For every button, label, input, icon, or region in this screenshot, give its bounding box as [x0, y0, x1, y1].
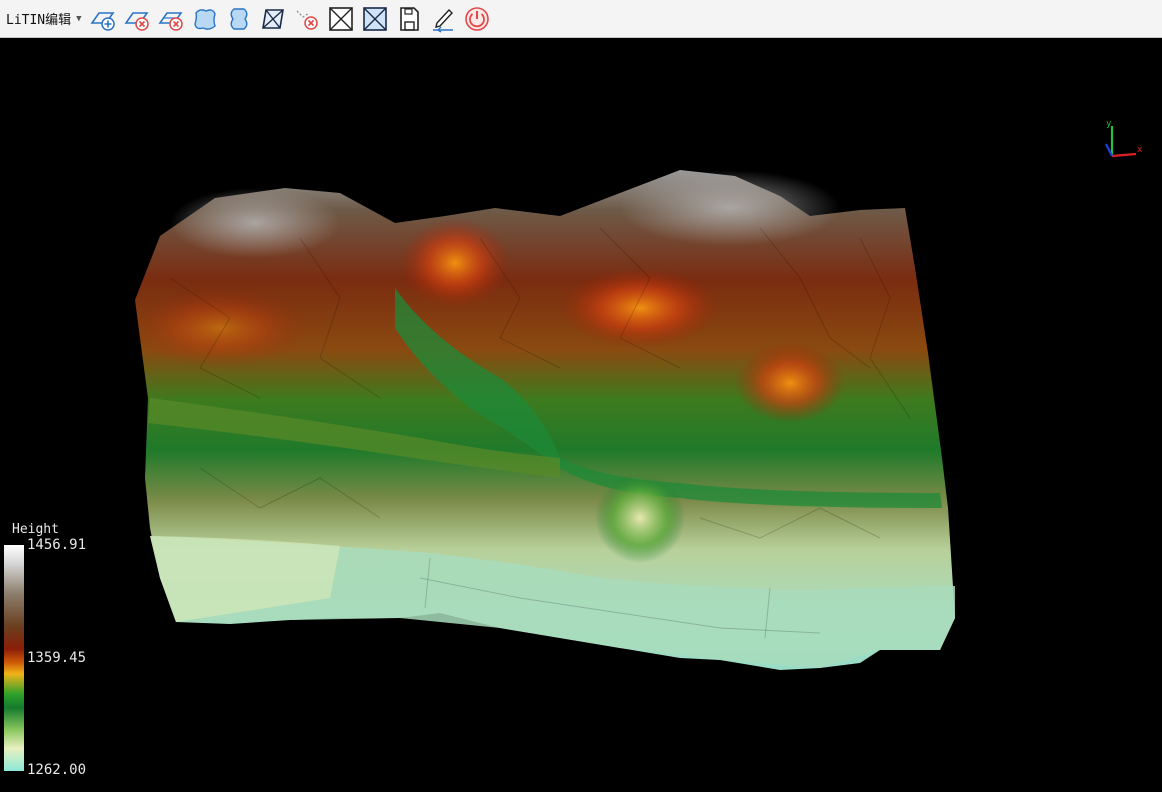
edge-swap-icon: [261, 8, 284, 29]
edit-undo-button[interactable]: [428, 4, 458, 34]
power-exit-button[interactable]: [462, 4, 492, 34]
crossed-box-blue-icon: [362, 6, 387, 31]
edit-undo-icon: [432, 8, 453, 33]
delete-point-button[interactable]: [292, 4, 322, 34]
orientation-axis: y x: [1105, 119, 1143, 158]
bracket-region-icon: [230, 7, 248, 30]
save-icon: [399, 6, 419, 31]
edge-swap-button[interactable]: [258, 4, 288, 34]
add-triangle-icon: [90, 11, 115, 31]
legend-min-value: 1262.00: [27, 762, 87, 778]
polygon-region-button[interactable]: [190, 4, 220, 34]
height-color-scale: [4, 545, 24, 771]
toolbar: LiTIN编辑 ▼: [0, 0, 1162, 38]
axis-x-label: x: [1137, 145, 1143, 155]
delete-point-icon: [296, 10, 318, 30]
power-exit-icon: [464, 6, 489, 31]
toolbar-dropdown-arrow-icon[interactable]: ▼: [76, 14, 81, 24]
terrain-tin-surface[interactable]: [0, 38, 1162, 792]
save-button[interactable]: [394, 4, 424, 34]
add-triangle-button[interactable]: [88, 4, 118, 34]
delete-triangle-icon: [124, 11, 149, 31]
bracket-region-button[interactable]: [224, 4, 254, 34]
crossed-box-icon: [328, 6, 353, 31]
legend-title: Height: [12, 522, 59, 537]
delete-triangle-button[interactable]: [122, 4, 152, 34]
legend-mid-value: 1359.45: [27, 650, 87, 666]
legend-max-value: 1456.91: [27, 537, 87, 553]
crossed-box-button[interactable]: [326, 4, 356, 34]
delete-triangle-alt-icon: [158, 11, 183, 31]
polygon-region-icon: [193, 8, 216, 30]
delete-triangle-alt-button[interactable]: [156, 4, 186, 34]
3d-viewport[interactable]: y x: [0, 38, 1162, 792]
crossed-box-blue-button[interactable]: [360, 4, 390, 34]
toolbar-title: LiTIN编辑: [6, 13, 72, 28]
axis-y-label: y: [1106, 119, 1112, 129]
